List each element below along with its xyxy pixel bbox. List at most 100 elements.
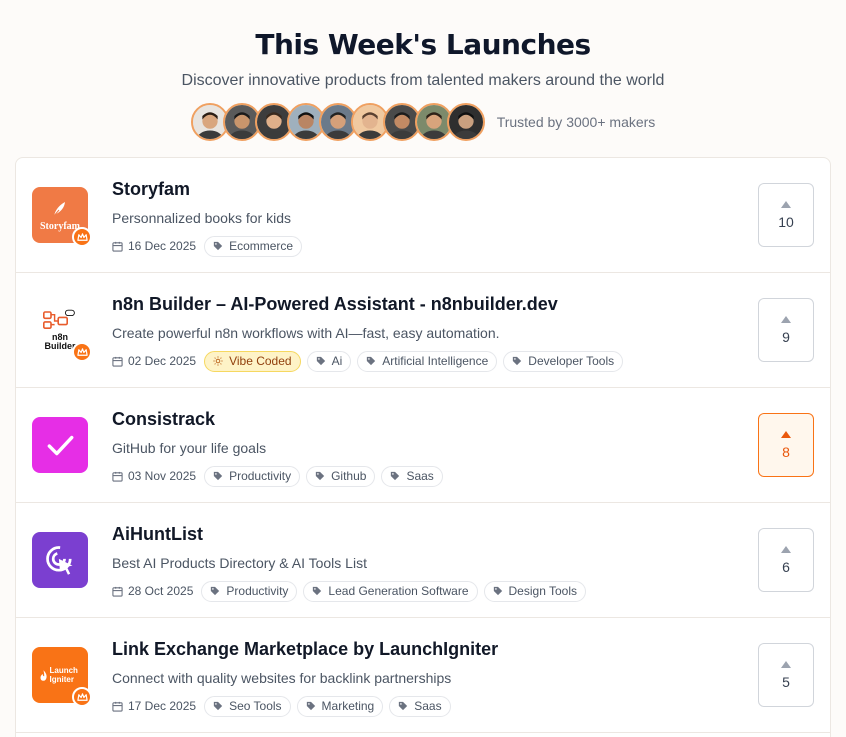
tag-label: Saas (406, 469, 434, 483)
launch-date: 03 Nov 2025 (112, 469, 196, 483)
calendar-icon (112, 471, 123, 482)
upvote-arrow-icon (781, 660, 791, 668)
tag-label: Lead Generation Software (328, 584, 469, 598)
tag-label: Productivity (229, 469, 292, 483)
product-info: AiHuntList Best AI Products Directory & … (112, 523, 592, 602)
launch-date-text: 16 Dec 2025 (128, 239, 197, 253)
category-tag[interactable]: Artificial Intelligence (357, 350, 498, 372)
category-tag[interactable]: Saas (381, 465, 443, 487)
product-info: Consistrack GitHub for your life goals 0… (112, 408, 449, 487)
tag-label: Ecommerce (229, 239, 294, 253)
product-title[interactable]: AiHuntList (112, 523, 592, 545)
maker-avatars (190, 103, 485, 141)
launch-date-text: 02 Dec 2025 (128, 354, 197, 368)
category-tag[interactable]: Marketing (296, 695, 384, 717)
product-title[interactable]: Storyfam (112, 178, 308, 200)
launch-date: 16 Dec 2025 (112, 239, 196, 253)
product-info: n8n Builder – AI-Powered Assistant - n8n… (112, 293, 629, 372)
upvote-arrow-icon (781, 430, 791, 438)
product-title[interactable]: n8n Builder – AI-Powered Assistant - n8n… (112, 293, 629, 315)
product-row[interactable]: n8n Builder n8n Builder – AI-Powered Ass… (16, 273, 830, 388)
tag-icon (367, 356, 376, 366)
tag-label: Ai (331, 354, 343, 368)
trust-text: Trusted by 3000+ makers (496, 114, 656, 130)
checkmark-icon (47, 435, 74, 456)
product-row[interactable]: Launch Igniter Link Exchange Marketplace… (16, 618, 830, 733)
launch-date: 28 Oct 2025 (112, 584, 193, 598)
upvote-button[interactable]: 10 (758, 183, 814, 247)
product-description: Best AI Products Directory & AI Tools Li… (112, 555, 367, 571)
launch-date-text: 03 Nov 2025 (128, 469, 197, 483)
product-meta: 03 Nov 2025 Productivity Github Saas (112, 465, 449, 487)
tag-icon (213, 241, 223, 251)
tag-icon (399, 701, 408, 711)
tag-icon (513, 356, 522, 366)
product-description: Connect with quality websites for backli… (112, 670, 452, 686)
category-tag[interactable]: Seo Tools (204, 695, 291, 717)
tag-label: Marketing (321, 699, 375, 713)
crown-icon (72, 687, 92, 707)
sun-icon (213, 356, 223, 366)
page-title: This Week's Launches (255, 28, 591, 61)
tag-icon (315, 471, 325, 481)
product-logo[interactable] (32, 417, 88, 473)
product-title[interactable]: Consistrack (112, 408, 449, 430)
category-tag[interactable]: Ecommerce (204, 235, 303, 257)
vote-count: 10 (778, 213, 794, 230)
product-logo[interactable]: n8n Builder (32, 302, 92, 362)
calendar-icon (112, 241, 123, 252)
launch-date: 17 Dec 2025 (112, 699, 196, 713)
category-tag[interactable]: Github (306, 465, 376, 487)
page-subtitle: Discover innovative products from talent… (181, 72, 665, 89)
tag-icon (391, 471, 400, 481)
product-row[interactable]: AiHuntList Best AI Products Directory & … (16, 503, 830, 618)
flame-icon (40, 669, 47, 681)
category-tag[interactable]: Saas (389, 695, 451, 717)
category-tag[interactable]: Productivity (201, 580, 298, 602)
product-info: Storyfam Personnalized books for kids 16… (112, 178, 308, 257)
tag-icon (213, 701, 223, 711)
calendar-icon (112, 356, 123, 367)
upvote-button[interactable]: 6 (758, 528, 814, 592)
vote-count: 9 (782, 328, 790, 345)
crown-icon (72, 342, 92, 362)
product-description: Personnalized books for kids (112, 210, 291, 226)
product-description: GitHub for your life goals (112, 440, 267, 456)
vote-count: 5 (782, 673, 790, 690)
category-tag[interactable]: Productivity (204, 465, 301, 487)
product-row[interactable]: Consistrack GitHub for your life goals 0… (16, 388, 830, 503)
tag-icon (313, 586, 322, 596)
product-logo-text: Launch Igniter (49, 666, 78, 684)
feather-icon (52, 201, 65, 217)
product-logo[interactable] (32, 532, 88, 588)
product-logo[interactable]: Storyfam (32, 187, 92, 247)
tag-label: Seo Tools (229, 699, 282, 713)
product-info: Link Exchange Marketplace by LaunchIgnit… (112, 638, 498, 717)
tag-label: Developer Tools (528, 354, 615, 368)
maker-avatar (446, 103, 485, 141)
tag-icon (213, 471, 223, 481)
product-row[interactable]: Storyfam Storyfam Personnalized books fo… (16, 158, 830, 273)
category-tag[interactable]: Developer Tools (503, 350, 624, 372)
tag-label: Design Tools (508, 584, 577, 598)
product-logo[interactable]: Launch Igniter (32, 647, 92, 707)
vote-count: 8 (782, 443, 790, 460)
launch-date-text: 28 Oct 2025 (128, 584, 194, 598)
tag-icon (211, 586, 220, 596)
product-meta: 28 Oct 2025 Productivity Lead Generation … (112, 580, 592, 602)
product-meta: 17 Dec 2025 Seo Tools Marketing Saas (112, 695, 498, 717)
category-tag[interactable]: Lead Generation Software (303, 580, 478, 602)
launch-date-text: 17 Dec 2025 (128, 699, 197, 713)
upvote-button[interactable]: 5 (758, 643, 814, 707)
calendar-icon (112, 701, 123, 712)
category-tag[interactable]: Design Tools (483, 580, 586, 602)
launch-date: 02 Dec 2025 (112, 354, 196, 368)
upvote-button[interactable]: 9 (758, 298, 814, 362)
tag-icon (306, 701, 315, 711)
category-tag[interactable]: Ai (306, 350, 352, 372)
product-title[interactable]: Link Exchange Marketplace by LaunchIgnit… (112, 638, 498, 660)
product-meta: 16 Dec 2025 Ecommerce (112, 235, 308, 257)
tag-label: Productivity (226, 584, 289, 598)
workflow-icon (42, 309, 75, 330)
upvote-button[interactable]: 8 (758, 413, 814, 477)
